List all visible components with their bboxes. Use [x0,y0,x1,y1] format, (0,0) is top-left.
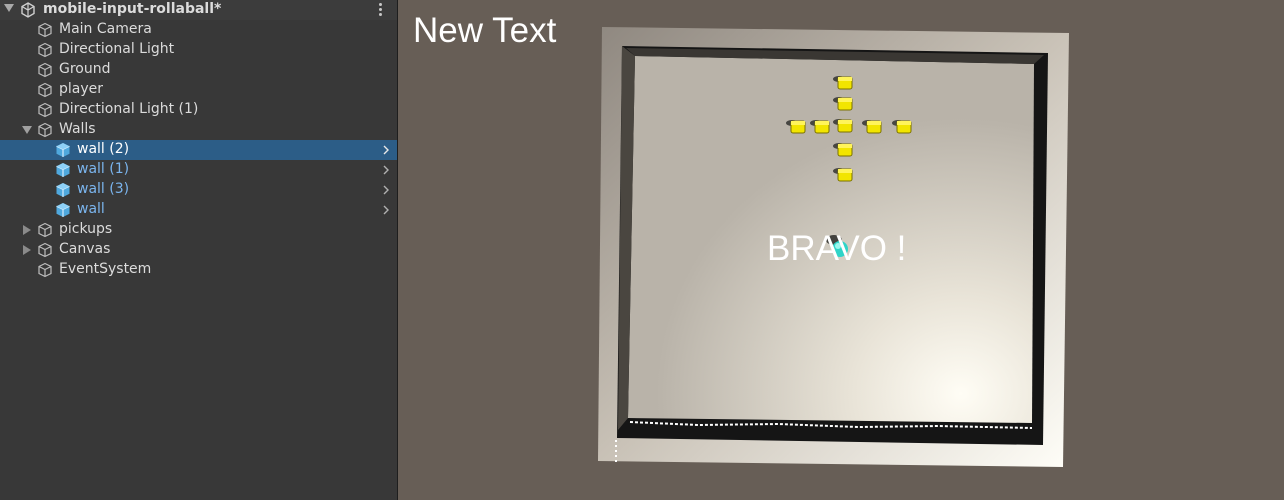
scene-title: mobile-input-rollaball* [43,1,222,17]
hierarchy-panel: mobile-input-rollaball* Main Camera Dire… [0,0,397,500]
hierarchy-item-eventsystem[interactable]: EventSystem [0,260,397,280]
hierarchy-item-wall-1[interactable]: wall (1) [0,160,397,180]
hierarchy-item-pickups[interactable]: pickups [0,220,397,240]
hierarchy-item-label: pickups [59,221,113,237]
prefab-cube-icon [56,183,70,197]
hud-text: New Text [413,11,557,50]
more-options-icon[interactable] [379,3,383,17]
hierarchy-item-canvas[interactable]: Canvas [0,240,397,260]
hierarchy-item-label: Canvas [59,241,111,257]
hierarchy-item-directional-light[interactable]: Directional Light [0,40,397,60]
expand-arrow-icon[interactable] [23,225,31,235]
chevron-right-icon[interactable] [381,165,391,175]
gameobject-cube-icon [38,82,52,98]
expand-arrow-icon[interactable] [23,245,31,255]
hierarchy-item-label: Walls [59,121,96,137]
hierarchy-item-label: wall [77,201,105,217]
gameobject-cube-icon [38,242,52,258]
gameobject-cube-icon [38,222,52,238]
hierarchy-item-label: wall (2) [77,141,130,157]
chevron-right-icon[interactable] [381,145,391,155]
hierarchy-item-label: Ground [59,61,111,77]
expand-arrow-icon[interactable] [22,126,32,134]
win-text: BRAVO ! [767,229,907,268]
hierarchy-item-directional-light-1[interactable]: Directional Light (1) [0,100,397,120]
hierarchy-item-main-camera[interactable]: Main Camera [0,20,397,40]
gameobject-cube-icon [38,102,52,118]
hierarchy-item-wall[interactable]: wall [0,200,397,220]
gameobject-cube-icon [38,122,52,138]
unity-editor: mobile-input-rollaball* Main Camera Dire… [0,0,1284,500]
prefab-cube-icon [56,163,70,177]
hierarchy-item-ground[interactable]: Ground [0,60,397,80]
collapse-arrow-icon[interactable] [4,4,14,12]
gameobject-cube-icon [38,262,52,278]
unity-scene-icon [21,2,35,18]
scene-header[interactable]: mobile-input-rollaball* [0,0,397,20]
gameobject-cube-icon [38,62,52,78]
game-view[interactable]: New Text BRAVO ! [398,0,1284,500]
hierarchy-item-label: EventSystem [59,261,152,277]
hierarchy-item-wall-2[interactable]: wall (2) [0,140,397,160]
hierarchy-item-label: wall (3) [77,181,130,197]
hierarchy-item-label: Main Camera [59,21,152,37]
hierarchy-item-player[interactable]: player [0,80,397,100]
prefab-cube-icon [56,203,70,217]
hierarchy-item-label: player [59,81,104,97]
chevron-right-icon[interactable] [381,205,391,215]
hierarchy-item-label: Directional Light (1) [59,101,199,117]
gameobject-cube-icon [38,22,52,38]
hierarchy-item-wall-3[interactable]: wall (3) [0,180,397,200]
gameobject-cube-icon [38,42,52,58]
hierarchy-item-label: wall (1) [77,161,130,177]
hierarchy-item-label: Directional Light [59,41,175,57]
prefab-cube-icon [56,143,70,157]
hierarchy-item-walls[interactable]: Walls [0,120,397,140]
chevron-right-icon[interactable] [381,185,391,195]
